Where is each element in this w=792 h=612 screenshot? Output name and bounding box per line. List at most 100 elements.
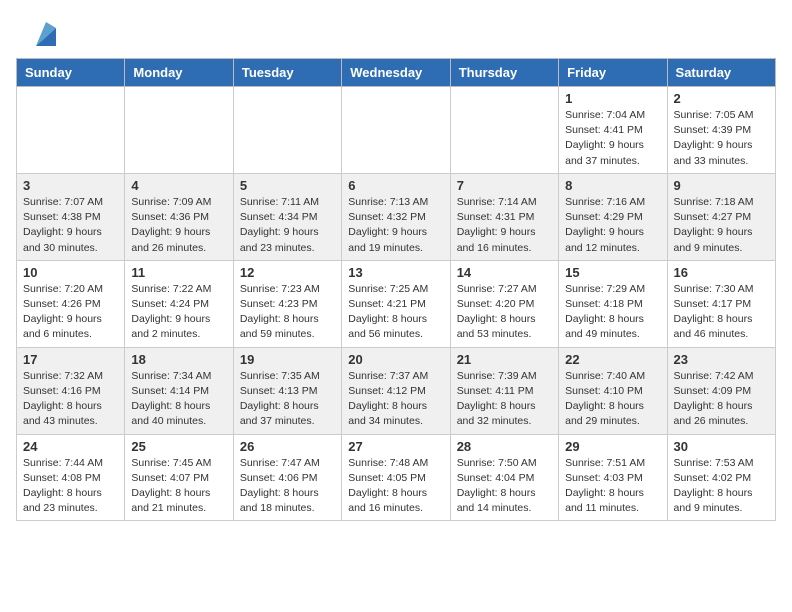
day-number: 22 [565, 352, 660, 367]
day-number: 8 [565, 178, 660, 193]
calendar-cell: 3Sunrise: 7:07 AM Sunset: 4:38 PM Daylig… [17, 173, 125, 260]
week-row-3: 10Sunrise: 7:20 AM Sunset: 4:26 PM Dayli… [17, 260, 776, 347]
day-info: Sunrise: 7:50 AM Sunset: 4:04 PM Dayligh… [457, 456, 552, 517]
col-header-wednesday: Wednesday [342, 59, 450, 87]
calendar-cell: 9 Sunrise: 7:18 AM Sunset: 4:27 PM Daylig… [667, 173, 775, 260]
calendar-cell: 25 Sunrise: 7:45 AM Sunset: 4:07 PM Dayli… [125, 434, 233, 521]
day-number: 6 [348, 178, 443, 193]
day-number: 15 [565, 265, 660, 280]
day-number: 30 [674, 439, 769, 454]
day-info: Sunrise: 7:34 AM Sunset: 4:14 PM Dayligh… [131, 369, 226, 430]
day-info: Sunrise: 7:47 AM Sunset: 4:06 PM Dayligh… [240, 456, 335, 517]
day-number: 9 [674, 178, 769, 193]
day-info: Sunrise: 7:20 AM Sunset: 4:26 PM Dayligh… [23, 282, 118, 343]
day-info: Sunrise: 7:32 AM Sunset: 4:16 PM Dayligh… [23, 369, 118, 430]
calendar-cell [233, 87, 341, 174]
day-number: 27 [348, 439, 443, 454]
calendar-cell: 4 Sunrise: 7:09 AM Sunset: 4:36 PM Daylig… [125, 173, 233, 260]
day-number: 25 [131, 439, 226, 454]
day-number: 21 [457, 352, 552, 367]
col-header-saturday: Saturday [667, 59, 775, 87]
calendar-cell: 18 Sunrise: 7:34 AM Sunset: 4:14 PM Dayli… [125, 347, 233, 434]
day-info: Sunrise: 7:40 AM Sunset: 4:10 PM Dayligh… [565, 369, 660, 430]
day-info: Sunrise: 7:14 AM Sunset: 4:31 PM Dayligh… [457, 195, 552, 256]
col-header-tuesday: Tuesday [233, 59, 341, 87]
calendar-cell: 17 Sunrise: 7:32 AM Sunset: 4:16 PM Dayli… [17, 347, 125, 434]
calendar-cell: 11 Sunrise: 7:22 AM Sunset: 4:24 PM Dayli… [125, 260, 233, 347]
week-row-2: 3Sunrise: 7:07 AM Sunset: 4:38 PM Daylig… [17, 173, 776, 260]
calendar-cell [342, 87, 450, 174]
day-number: 28 [457, 439, 552, 454]
day-info: Sunrise: 7:44 AM Sunset: 4:08 PM Dayligh… [23, 456, 118, 517]
col-header-thursday: Thursday [450, 59, 558, 87]
day-number: 17 [23, 352, 118, 367]
calendar-cell: 27 Sunrise: 7:48 AM Sunset: 4:05 PM Dayli… [342, 434, 450, 521]
day-info: Sunrise: 7:30 AM Sunset: 4:17 PM Dayligh… [674, 282, 769, 343]
day-number: 5 [240, 178, 335, 193]
header-row: SundayMondayTuesdayWednesdayThursdayFrid… [17, 59, 776, 87]
day-info: Sunrise: 7:39 AM Sunset: 4:11 PM Dayligh… [457, 369, 552, 430]
calendar-table: SundayMondayTuesdayWednesdayThursdayFrid… [16, 58, 776, 521]
day-number: 20 [348, 352, 443, 367]
day-info: Sunrise: 7:07 AM Sunset: 4:38 PM Dayligh… [23, 195, 118, 256]
calendar-cell: 5 Sunrise: 7:11 AM Sunset: 4:34 PM Daylig… [233, 173, 341, 260]
calendar-cell: 26Sunrise: 7:47 AM Sunset: 4:06 PM Dayli… [233, 434, 341, 521]
calendar-cell: 15 Sunrise: 7:29 AM Sunset: 4:18 PM Dayli… [559, 260, 667, 347]
calendar-cell: 12 Sunrise: 7:23 AM Sunset: 4:23 PM Dayli… [233, 260, 341, 347]
day-info: Sunrise: 7:45 AM Sunset: 4:07 PM Dayligh… [131, 456, 226, 517]
calendar-cell: 14 Sunrise: 7:27 AM Sunset: 4:20 PM Dayli… [450, 260, 558, 347]
day-number: 14 [457, 265, 552, 280]
day-info: Sunrise: 7:16 AM Sunset: 4:29 PM Dayligh… [565, 195, 660, 256]
day-info: Sunrise: 7:22 AM Sunset: 4:24 PM Dayligh… [131, 282, 226, 343]
day-number: 7 [457, 178, 552, 193]
week-row-1: 1Sunrise: 7:04 AM Sunset: 4:41 PM Daylig… [17, 87, 776, 174]
col-header-monday: Monday [125, 59, 233, 87]
col-header-friday: Friday [559, 59, 667, 87]
calendar-cell: 13Sunrise: 7:25 AM Sunset: 4:21 PM Dayli… [342, 260, 450, 347]
day-info: Sunrise: 7:23 AM Sunset: 4:23 PM Dayligh… [240, 282, 335, 343]
calendar-cell [450, 87, 558, 174]
calendar-cell: 21 Sunrise: 7:39 AM Sunset: 4:11 PM Dayli… [450, 347, 558, 434]
calendar-wrapper: SundayMondayTuesdayWednesdayThursdayFrid… [0, 58, 792, 529]
calendar-cell: 16 Sunrise: 7:30 AM Sunset: 4:17 PM Dayli… [667, 260, 775, 347]
day-number: 2 [674, 91, 769, 106]
calendar-cell: 8 Sunrise: 7:16 AM Sunset: 4:29 PM Daylig… [559, 173, 667, 260]
day-number: 29 [565, 439, 660, 454]
day-number: 11 [131, 265, 226, 280]
day-number: 24 [23, 439, 118, 454]
day-info: Sunrise: 7:48 AM Sunset: 4:05 PM Dayligh… [348, 456, 443, 517]
day-info: Sunrise: 7:53 AM Sunset: 4:02 PM Dayligh… [674, 456, 769, 517]
calendar-cell: 6 Sunrise: 7:13 AM Sunset: 4:32 PM Daylig… [342, 173, 450, 260]
day-info: Sunrise: 7:35 AM Sunset: 4:13 PM Dayligh… [240, 369, 335, 430]
page-container: SundayMondayTuesdayWednesdayThursdayFrid… [0, 0, 792, 529]
calendar-cell: 30 Sunrise: 7:53 AM Sunset: 4:02 PM Dayli… [667, 434, 775, 521]
day-info: Sunrise: 7:27 AM Sunset: 4:20 PM Dayligh… [457, 282, 552, 343]
calendar-cell [125, 87, 233, 174]
calendar-cell: 24 Sunrise: 7:44 AM Sunset: 4:08 PM Dayli… [17, 434, 125, 521]
day-number: 12 [240, 265, 335, 280]
day-info: Sunrise: 7:37 AM Sunset: 4:12 PM Dayligh… [348, 369, 443, 430]
day-number: 16 [674, 265, 769, 280]
day-info: Sunrise: 7:18 AM Sunset: 4:27 PM Dayligh… [674, 195, 769, 256]
calendar-cell: 22 Sunrise: 7:40 AM Sunset: 4:10 PM Dayli… [559, 347, 667, 434]
day-info: Sunrise: 7:11 AM Sunset: 4:34 PM Dayligh… [240, 195, 335, 256]
day-number: 18 [131, 352, 226, 367]
day-number: 13 [348, 265, 443, 280]
day-info: Sunrise: 7:29 AM Sunset: 4:18 PM Dayligh… [565, 282, 660, 343]
logo-icon [28, 18, 60, 50]
calendar-cell: 28 Sunrise: 7:50 AM Sunset: 4:04 PM Dayli… [450, 434, 558, 521]
week-row-5: 24 Sunrise: 7:44 AM Sunset: 4:08 PM Dayli… [17, 434, 776, 521]
calendar-cell: 23Sunrise: 7:42 AM Sunset: 4:09 PM Dayli… [667, 347, 775, 434]
day-number: 19 [240, 352, 335, 367]
page-header [0, 0, 792, 58]
calendar-cell: 10Sunrise: 7:20 AM Sunset: 4:26 PM Dayli… [17, 260, 125, 347]
day-info: Sunrise: 7:51 AM Sunset: 4:03 PM Dayligh… [565, 456, 660, 517]
col-header-sunday: Sunday [17, 59, 125, 87]
day-number: 1 [565, 91, 660, 106]
calendar-cell: 20 Sunrise: 7:37 AM Sunset: 4:12 PM Dayli… [342, 347, 450, 434]
calendar-cell: 29 Sunrise: 7:51 AM Sunset: 4:03 PM Dayli… [559, 434, 667, 521]
day-info: Sunrise: 7:09 AM Sunset: 4:36 PM Dayligh… [131, 195, 226, 256]
day-number: 4 [131, 178, 226, 193]
day-info: Sunrise: 7:42 AM Sunset: 4:09 PM Dayligh… [674, 369, 769, 430]
day-info: Sunrise: 7:13 AM Sunset: 4:32 PM Dayligh… [348, 195, 443, 256]
